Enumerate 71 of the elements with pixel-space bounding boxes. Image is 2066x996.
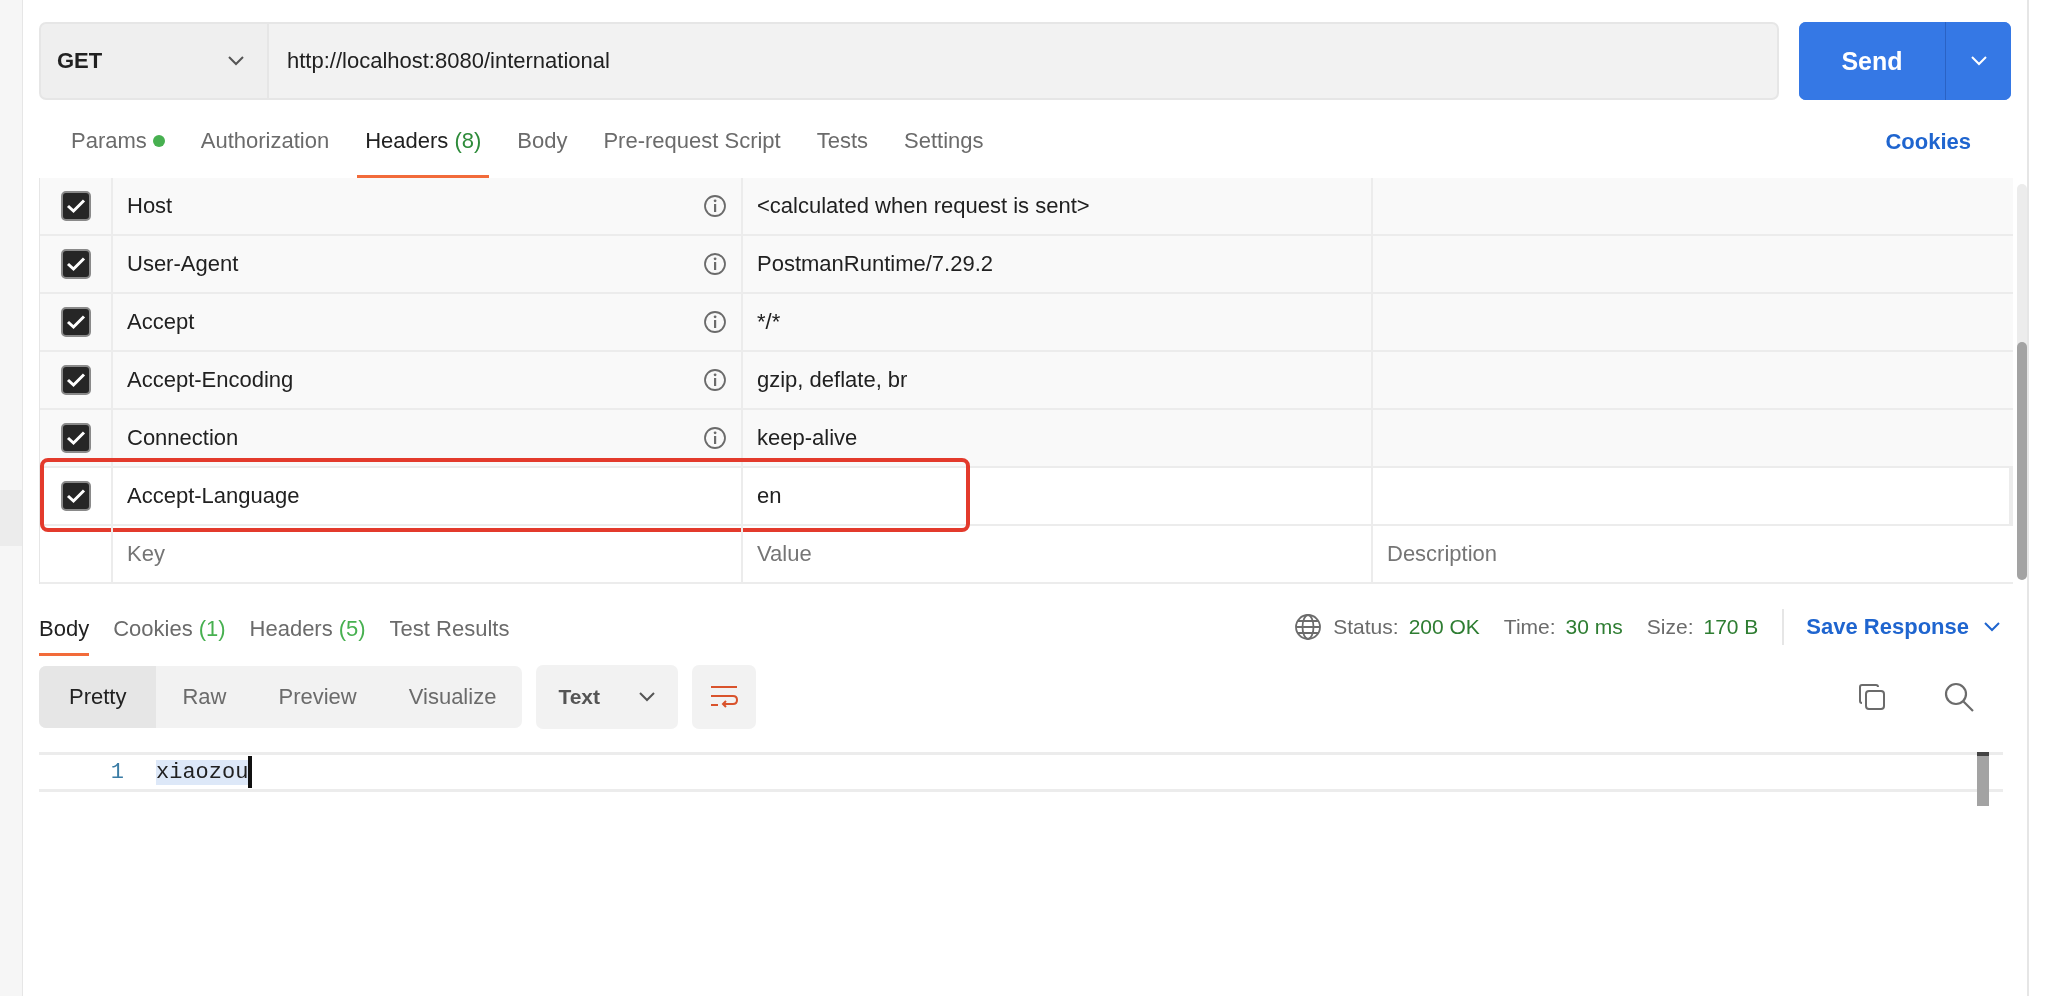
text-cursor bbox=[248, 756, 253, 788]
request-tab[interactable]: Tests bbox=[808, 100, 877, 178]
request-tab[interactable]: Authorization bbox=[192, 100, 338, 178]
checkmark-icon bbox=[65, 198, 86, 214]
checkbox[interactable] bbox=[60, 365, 91, 395]
header-value: keep-alive bbox=[757, 425, 858, 451]
size-value: 170 B bbox=[1703, 615, 1759, 639]
chevron-down-icon bbox=[1969, 55, 1988, 67]
request-tab[interactable]: Params bbox=[63, 100, 173, 178]
checkmark-icon bbox=[65, 488, 86, 504]
chevron-down-icon bbox=[638, 691, 657, 703]
chevron-down-icon bbox=[227, 55, 245, 67]
checkmark-icon bbox=[65, 430, 86, 446]
request-tab[interactable]: Body bbox=[509, 100, 576, 178]
wrap-lines-button[interactable] bbox=[692, 665, 757, 729]
header-key: Accept-Language bbox=[127, 483, 300, 509]
status-value: 200 OK bbox=[1408, 615, 1480, 639]
info-icon bbox=[704, 253, 726, 275]
header-value: <calculated when request is sent> bbox=[757, 193, 1090, 219]
header-value: */* bbox=[757, 309, 781, 335]
view-mode-tab[interactable]: Preview bbox=[252, 666, 383, 728]
info-icon bbox=[704, 195, 726, 217]
checkbox[interactable] bbox=[60, 191, 91, 221]
code-text: xiaozou bbox=[156, 759, 249, 785]
header-key: Connection bbox=[127, 425, 239, 451]
time-value: 30 ms bbox=[1565, 615, 1623, 639]
scrollbar-thumb[interactable] bbox=[2017, 342, 2027, 580]
checkbox[interactable] bbox=[60, 307, 91, 337]
value-field[interactable]: Value bbox=[757, 541, 1357, 567]
description-field[interactable]: Description bbox=[1387, 541, 2000, 567]
response-tab[interactable]: Body bbox=[39, 604, 90, 656]
chevron-down-icon bbox=[1983, 621, 2001, 633]
line-number: 1 bbox=[109, 759, 124, 785]
info-icon bbox=[704, 311, 726, 333]
method-dropdown[interactable]: GET bbox=[39, 22, 269, 100]
header-key: Accept bbox=[127, 309, 195, 335]
format-dropdown[interactable]: Text bbox=[536, 665, 679, 729]
response-tab[interactable]: Cookies (1) bbox=[113, 604, 226, 656]
checkbox[interactable] bbox=[60, 423, 91, 453]
header-key: Accept-Encoding bbox=[127, 367, 294, 393]
header-key: User-Agent bbox=[127, 251, 239, 277]
view-mode-tab[interactable]: Visualize bbox=[382, 666, 523, 728]
header-value: en bbox=[757, 483, 782, 509]
header-value: gzip, deflate, br bbox=[757, 367, 908, 393]
response-tab[interactable]: Test Results bbox=[389, 604, 510, 656]
url-field[interactable]: http://localhost:8080/international bbox=[269, 22, 1779, 100]
search-icon bbox=[1944, 682, 1974, 712]
wrap-lines-icon bbox=[710, 686, 739, 708]
checkmark-icon bbox=[65, 372, 86, 388]
checkbox[interactable] bbox=[60, 481, 91, 511]
response-tab[interactable]: Headers (5) bbox=[249, 604, 366, 656]
time-label: Time: bbox=[1503, 615, 1556, 639]
header-value: PostmanRuntime/7.29.2 bbox=[757, 251, 994, 277]
view-mode-tab[interactable]: Pretty bbox=[39, 666, 157, 728]
info-icon bbox=[704, 427, 726, 449]
checkmark-icon bbox=[65, 314, 86, 330]
checkbox[interactable] bbox=[60, 249, 91, 279]
request-tab[interactable]: Settings bbox=[896, 100, 992, 178]
cookies-link[interactable]: Cookies bbox=[1879, 100, 1977, 178]
size-label: Size: bbox=[1646, 615, 1694, 639]
key-field[interactable]: Key bbox=[127, 541, 727, 567]
view-mode-tab[interactable]: Raw bbox=[156, 666, 253, 728]
status-label: Status: bbox=[1333, 615, 1399, 639]
globe-icon[interactable] bbox=[1295, 614, 1322, 640]
info-icon bbox=[704, 369, 726, 391]
save-response-button[interactable]: Save Response bbox=[1802, 614, 2011, 640]
checkmark-icon bbox=[65, 256, 86, 272]
header-key: Host bbox=[127, 193, 173, 219]
scrollbar-thumb[interactable] bbox=[1977, 752, 1989, 806]
copy-icon bbox=[1859, 684, 1885, 710]
request-tab[interactable]: Pre-request Script bbox=[595, 100, 789, 178]
